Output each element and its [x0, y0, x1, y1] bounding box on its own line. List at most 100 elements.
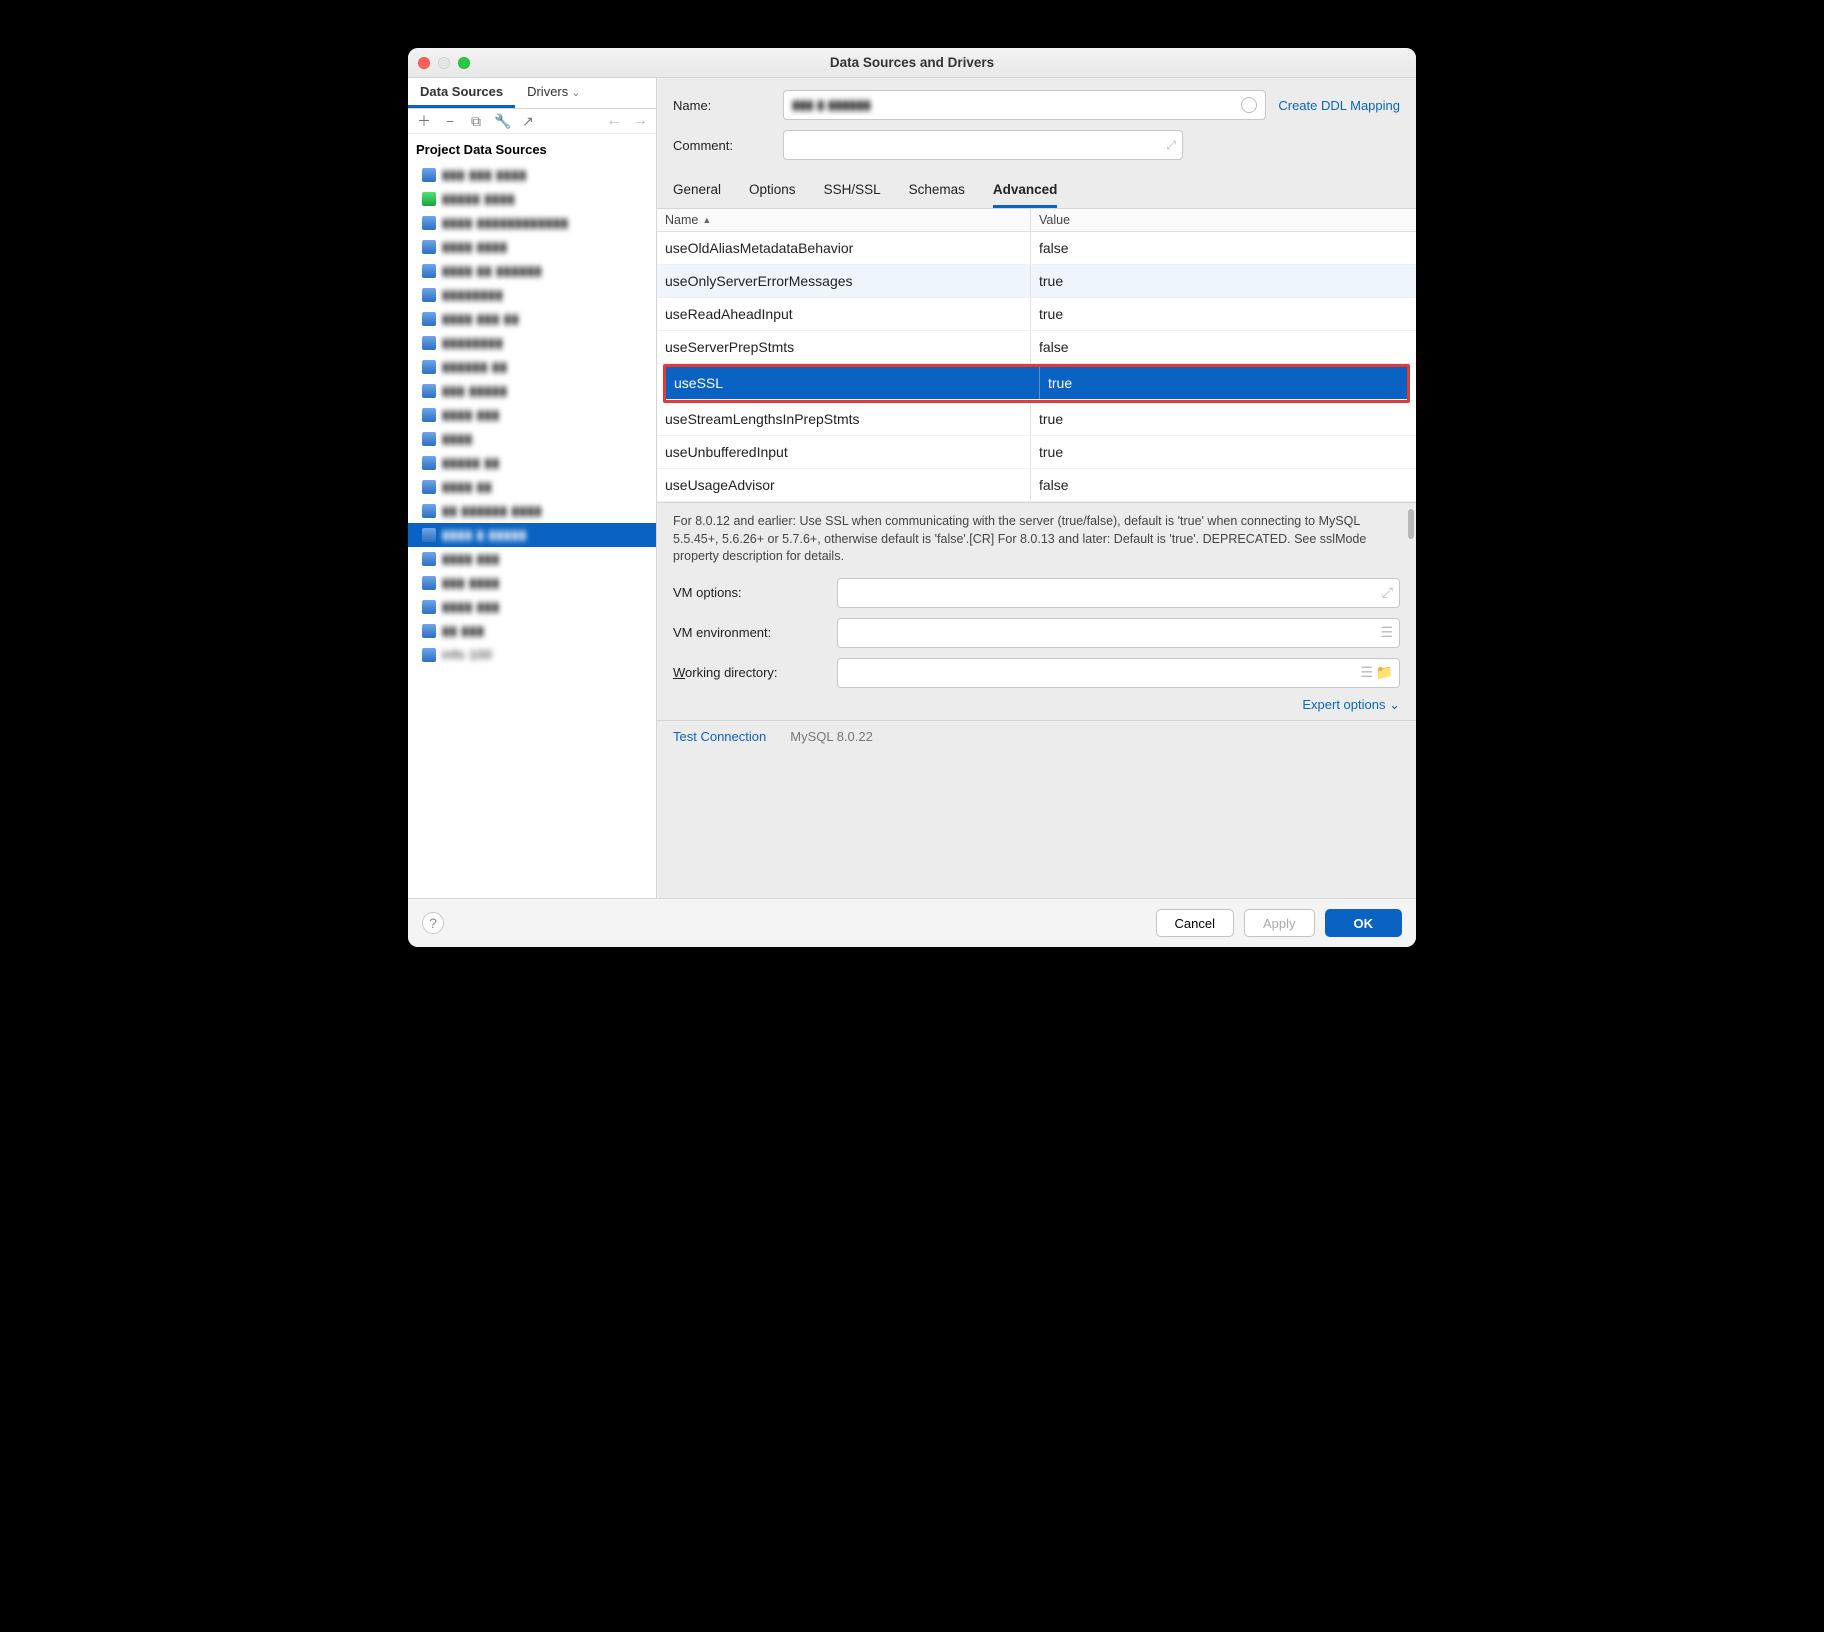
property-row[interactable]: useSSLtrue	[666, 367, 1407, 400]
property-row[interactable]: useOnlyServerErrorMessagestrue	[657, 265, 1416, 298]
sidebar-item[interactable]: ▮▮▮▮▮▮ ▮▮	[408, 355, 656, 379]
datasource-icon	[422, 360, 436, 374]
ok-button[interactable]: OK	[1325, 909, 1403, 937]
titlebar: Data Sources and Drivers	[408, 48, 1416, 78]
sidebar-item-label: ▮▮▮▮ ▮▮▮▮▮▮▮▮▮▮▮▮	[442, 215, 569, 231]
property-row[interactable]: useReadAheadInputtrue	[657, 298, 1416, 331]
scrollbar-thumb[interactable]	[1408, 509, 1414, 539]
tab-drivers[interactable]: Drivers⌄	[515, 78, 592, 108]
sidebar-toolbar: ＋ − ⧉ 🔧 ↗ ← →	[408, 109, 656, 134]
property-name: useServerPrepStmts	[657, 331, 1031, 363]
properties-grid: Name▲ Value useOldAliasMetadataBehaviorf…	[657, 209, 1416, 503]
list-icon[interactable]: ☰	[1360, 664, 1373, 681]
property-value[interactable]: true	[1031, 436, 1416, 468]
color-circle-icon[interactable]	[1241, 97, 1257, 113]
name-field[interactable]: ▮▮▮ ▮ ▮▮▮▮▮▮	[783, 90, 1266, 120]
tab-schemas[interactable]: Schemas	[909, 176, 965, 208]
sidebar-item[interactable]: ▮▮▮▮ ▮▮▮	[408, 547, 656, 571]
comment-field[interactable]: ⤢	[783, 130, 1183, 160]
property-row[interactable]: useStreamLengthsInPrepStmtstrue	[657, 403, 1416, 436]
datasource-icon	[422, 600, 436, 614]
tab-general[interactable]: General	[673, 176, 721, 208]
minimize-icon	[438, 57, 450, 69]
sidebar-item[interactable]: ▮▮▮ ▮▮▮▮▮	[408, 379, 656, 403]
sidebar-item[interactable]: ▮▮▮▮▮▮▮▮	[408, 331, 656, 355]
col-name[interactable]: Name▲	[657, 209, 1031, 231]
apply-button[interactable]: Apply	[1244, 909, 1315, 937]
add-icon[interactable]: ＋	[416, 113, 432, 129]
sidebar-item[interactable]: ▮▮ ▮▮▮	[408, 619, 656, 643]
help-icon[interactable]: ?	[422, 912, 444, 934]
property-value[interactable]: false	[1031, 331, 1416, 363]
property-value[interactable]: false	[1031, 232, 1416, 264]
tab-advanced[interactable]: Advanced	[993, 176, 1058, 208]
sidebar-item[interactable]: ▮▮▮▮ ▮▮▮▮	[408, 235, 656, 259]
property-row[interactable]: useUsageAdvisorfalse	[657, 469, 1416, 502]
sidebar-item-label: info 100	[442, 647, 492, 662]
sidebar-item[interactable]: ▮▮▮▮ ▮ ▮▮▮▮▮	[408, 523, 656, 547]
expert-options-link[interactable]: Expert options ⌄	[1302, 697, 1400, 712]
vmopt-field[interactable]: ⤢	[837, 578, 1400, 608]
folder-icon[interactable]: 📁	[1376, 664, 1393, 681]
sidebar-item[interactable]: ▮▮▮▮▮ ▮▮▮▮	[408, 187, 656, 211]
sidebar-item-label: ▮▮▮▮ ▮▮	[442, 479, 492, 495]
datasource-icon	[422, 504, 436, 518]
tab-sshssl[interactable]: SSH/SSL	[824, 176, 881, 208]
close-icon[interactable]	[418, 57, 430, 69]
sidebar-item[interactable]: ▮▮▮▮ ▮▮ ▮▮▮▮▮▮	[408, 259, 656, 283]
sidebar-item-label: ▮▮▮▮▮▮▮▮	[442, 287, 503, 303]
zoom-icon[interactable]	[458, 57, 470, 69]
sidebar-item-label: ▮▮▮ ▮▮▮▮	[442, 575, 500, 591]
sidebar-item-label: ▮▮▮▮	[442, 431, 473, 447]
wd-label: Working directory:	[673, 665, 823, 680]
sidebar-item[interactable]: ▮▮▮▮ ▮▮▮ ▮▮	[408, 307, 656, 331]
property-value[interactable]: true	[1040, 367, 1407, 399]
footer: ? Cancel Apply OK	[408, 898, 1416, 947]
property-name: useStreamLengthsInPrepStmts	[657, 403, 1031, 435]
create-ddl-link[interactable]: Create DDL Mapping	[1278, 98, 1400, 113]
sidebar-item[interactable]: ▮▮▮▮ ▮▮▮	[408, 403, 656, 427]
sidebar-item[interactable]: ▮▮▮▮▮▮▮▮	[408, 283, 656, 307]
property-name: useUsageAdvisor	[657, 469, 1031, 501]
test-connection-link[interactable]: Test Connection	[673, 729, 766, 744]
export-icon[interactable]: ↗	[520, 113, 536, 129]
property-value[interactable]: true	[1031, 403, 1416, 435]
property-row[interactable]: useServerPrepStmtsfalse	[657, 331, 1416, 364]
expand-icon[interactable]: ⤢	[1382, 584, 1393, 601]
tab-data-sources[interactable]: Data Sources	[408, 78, 515, 108]
back-arrow-icon[interactable]: ←	[606, 113, 622, 129]
sidebar-item[interactable]: ▮▮▮ ▮▮▮▮	[408, 571, 656, 595]
datasource-icon	[422, 552, 436, 566]
sidebar-item[interactable]: ▮▮▮▮ ▮▮	[408, 475, 656, 499]
settings-icon[interactable]: 🔧	[494, 113, 510, 129]
property-value[interactable]: false	[1031, 469, 1416, 501]
sidebar-item[interactable]: ▮▮▮▮ ▮▮▮	[408, 595, 656, 619]
sidebar-item[interactable]: ▮▮▮▮	[408, 427, 656, 451]
forward-arrow-icon[interactable]: →	[632, 113, 648, 129]
datasource-icon	[422, 480, 436, 494]
sidebar-item[interactable]: ▮▮▮▮ ▮▮▮▮▮▮▮▮▮▮▮▮	[408, 211, 656, 235]
vmenv-field[interactable]: ☰	[837, 618, 1400, 648]
sources-list[interactable]: ▮▮▮ ▮▮▮ ▮▮▮▮▮▮▮▮▮ ▮▮▮▮▮▮▮▮ ▮▮▮▮▮▮▮▮▮▮▮▮▮…	[408, 163, 656, 898]
sidebar-item[interactable]: ▮▮▮▮▮ ▮▮	[408, 451, 656, 475]
expand-icon[interactable]: ⤢	[1166, 138, 1176, 153]
sidebar-item[interactable]: ▮▮▮ ▮▮▮ ▮▮▮▮	[408, 163, 656, 187]
sidebar-item[interactable]: ▮▮ ▮▮▮▮▮▮ ▮▮▮▮	[408, 499, 656, 523]
col-value[interactable]: Value	[1031, 209, 1416, 231]
property-value[interactable]: true	[1031, 265, 1416, 297]
tab-options[interactable]: Options	[749, 176, 796, 208]
cancel-button[interactable]: Cancel	[1156, 909, 1234, 937]
sidebar-item[interactable]: info 100	[408, 643, 656, 666]
list-icon[interactable]: ☰	[1380, 624, 1393, 641]
datasource-icon	[422, 432, 436, 446]
property-row[interactable]: useUnbufferedInputtrue	[657, 436, 1416, 469]
property-name: useOldAliasMetadataBehavior	[657, 232, 1031, 264]
duplicate-icon[interactable]: ⧉	[468, 113, 484, 129]
property-row[interactable]: useOldAliasMetadataBehaviorfalse	[657, 232, 1416, 265]
chevron-down-icon: ⌄	[1389, 697, 1400, 712]
sidebar-item-label: ▮▮▮▮ ▮▮▮	[442, 551, 500, 567]
property-value[interactable]: true	[1031, 298, 1416, 330]
panel-tabs: General Options SSH/SSL Schemas Advanced	[657, 172, 1416, 209]
wd-field[interactable]: ☰📁	[837, 658, 1400, 688]
remove-icon[interactable]: −	[442, 113, 458, 129]
